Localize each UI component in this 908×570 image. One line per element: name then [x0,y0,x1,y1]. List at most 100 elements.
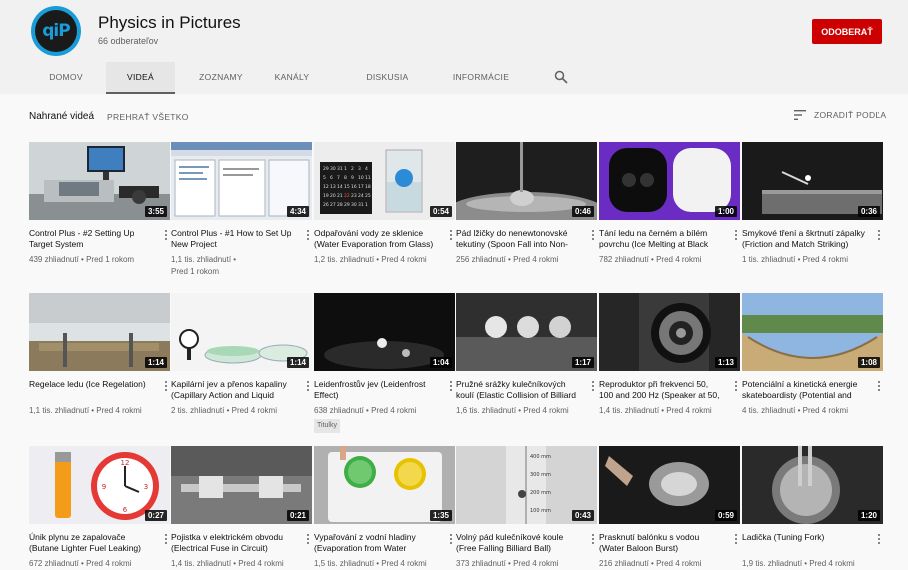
more-options-icon[interactable] [305,532,311,546]
video-card[interactable]: 1:20 Ladička (Tuning Fork) 1,9 tis. zhli… [742,446,883,568]
video-card[interactable]: 0:21 Pojistka v elektrickém obvodu (Elec… [171,446,312,568]
video-card[interactable]: 1:35 Vypařování z vodní hladiny (Evapora… [314,446,455,568]
video-title[interactable]: Pád lžičky do nenewtonovské tekutiny (Sp… [456,228,581,249]
video-thumbnail[interactable]: 0:46 [456,142,597,220]
video-duration: 1:08 [857,357,880,368]
video-card[interactable]: 0:46 Pád lžičky do nenewtonovské tekutin… [456,142,597,264]
tab-domov[interactable]: DOMOV [33,62,99,92]
video-card[interactable]: 0:59 Prasknutí balónku s vodou (Water Ba… [599,446,740,568]
video-title[interactable]: Prasknutí balónku s vodou (Water Baloon … [599,532,724,553]
tab-videa[interactable]: VIDEÁ [106,62,175,94]
video-card[interactable]: 1:00 Tání ledu na černém a bílém povrchu… [599,142,740,264]
video-card[interactable]: 1:08 Potenciální a kinetická energie ska… [742,293,883,415]
video-card[interactable]: 12 3 6 9 0:27 Únik plynu ze zapalovače (But… [29,446,170,568]
video-meta: 1,1 tis. zhliadnutí • Pred 4 rokmi [29,406,142,415]
upload-age: Pred 4 rokmi [666,406,712,415]
search-icon[interactable] [554,70,568,84]
video-thumbnail[interactable]: 1:13 [599,293,740,371]
video-card[interactable]: 0:36 Smykové tření a škrtnutí zápalky (F… [742,142,883,264]
video-title[interactable]: Volný pád kulečníkové koule (Free Fallin… [456,532,581,553]
video-title[interactable]: Control Plus - #2 Setting Up Target Syst… [29,228,154,249]
video-thumbnail[interactable]: 12 3 6 9 0:27 [29,446,170,524]
video-thumbnail[interactable]: 1:20 [742,446,883,524]
video-title[interactable]: Vypařování z vodní hladiny (Evaporation … [314,532,439,553]
play-all-button[interactable]: PREHRAŤ VŠETKO [107,112,189,122]
subscribe-button[interactable]: ODOBERAŤ [812,19,882,44]
video-card[interactable]: 1:14 Kapilární jev a přenos kapaliny (Ca… [171,293,312,415]
calendar-day: 11 [365,175,371,181]
video-card[interactable]: 1:14 Regelace ledu (Ice Regelation) 1,1 … [29,293,170,415]
video-title[interactable]: Reproduktor při frekvenci 50, 100 and 20… [599,379,724,400]
tab-informacie[interactable]: INFORMÁCIE [442,62,520,92]
more-options-icon[interactable] [448,379,454,393]
video-duration: 1:35 [429,510,452,521]
subtitles-badge: Titulky [314,419,340,433]
more-options-icon[interactable] [305,379,311,393]
more-options-icon[interactable] [448,228,454,242]
video-thumbnail[interactable]: 3:55 [29,142,170,220]
video-card[interactable]: 1:04 Leidenfrostův jev (Leidenfrost Effe… [314,293,455,433]
tab-kanaly[interactable]: KANÁLY [270,62,314,92]
video-thumbnail[interactable]: 0:21 [171,446,312,524]
video-title[interactable]: Leidenfrostův jev (Leidenfrost Effect) [314,379,439,400]
video-card[interactable]: 1:13 Reproduktor při frekvenci 50, 100 a… [599,293,740,415]
more-options-icon[interactable] [448,532,454,546]
more-options-icon[interactable] [876,379,882,393]
video-thumbnail[interactable]: 400 mm 300 mm 200 mm 100 mm 0:43 [456,446,597,524]
view-count: 1,4 tis. zhliadnutí [171,559,232,568]
video-title[interactable]: Ladička (Tuning Fork) [742,532,867,543]
video-title[interactable]: Pojistka v elektrickém obvodu (Electrica… [171,532,296,553]
video-thumbnail[interactable]: 0:59 [599,446,740,524]
video-card[interactable]: 3:55 Control Plus - #2 Setting Up Target… [29,142,170,264]
video-title[interactable]: Potenciální a kinetická energie skateboa… [742,379,867,400]
video-thumbnail[interactable]: 1:35 [314,446,455,524]
more-options-icon[interactable] [590,379,596,393]
video-thumbnail[interactable]: 1:17 [456,293,597,371]
video-card[interactable]: 1:17 Pružné srážky kulečníkových koulí (… [456,293,597,415]
video-thumbnail[interactable]: 1:08 [742,293,883,371]
video-thumbnail[interactable]: 0:36 [742,142,883,220]
clock-number: 6 [123,506,128,514]
video-card[interactable]: 400 mm 300 mm 200 mm 100 mm 0:43 Volný pád … [456,446,597,568]
video-title[interactable]: Únik plynu ze zapalovače (Butane Lighter… [29,532,154,553]
video-title[interactable]: Tání ledu na černém a bílém povrchu (Ice… [599,228,724,249]
upload-age: Pred 4 rokmi [809,559,855,568]
tab-zoznamy[interactable]: ZOZNAMY [186,62,256,92]
video-title[interactable]: Regelace ledu (Ice Regelation) [29,379,154,390]
channel-logo[interactable]: qiP [31,6,81,56]
more-options-icon[interactable] [163,228,169,242]
video-meta: 1,6 tis. zhliadnutí • Pred 4 rokmi [456,406,569,415]
tab-diskusia[interactable]: DISKUSIA [355,62,420,92]
more-options-icon[interactable] [733,379,739,393]
video-thumbnail[interactable]: 1:00 [599,142,740,220]
view-count: 4 tis. zhliadnutí [742,406,796,415]
video-card[interactable]: 4:34 Control Plus - #1 How to Set Up New… [171,142,312,276]
video-title[interactable]: Odpařování vody ze sklenice (Water Evapo… [314,228,439,249]
video-title[interactable]: Kapilární jev a přenos kapaliny (Capilla… [171,379,296,400]
more-options-icon[interactable] [305,228,311,242]
video-title[interactable]: Pružné srážky kulečníkových koulí (Elast… [456,379,581,400]
calendar-day: 9 [351,175,354,181]
video-thumbnail[interactable]: 29 30 31 1 2 3 4 5 6 7 8 9 10 11 12 13 14 15 16 17 18 19 20 21 2… [314,142,455,220]
more-options-icon[interactable] [590,228,596,242]
more-options-icon[interactable] [163,532,169,546]
video-thumbnail[interactable]: 1:04 [314,293,455,371]
more-options-icon[interactable] [876,228,882,242]
video-meta: 373 zhliadnutí • Pred 4 rokmi [456,559,559,568]
more-options-icon[interactable] [733,228,739,242]
video-title[interactable]: Smykové tření a škrtnutí zápalky (Fricti… [742,228,867,249]
upload-age: Pred 4 rokmi [86,559,132,568]
video-thumbnail[interactable]: 1:14 [29,293,170,371]
video-title[interactable]: Control Plus - #1 How to Set Up New Proj… [171,228,296,249]
calendar-day: 28 [337,202,343,208]
video-thumbnail[interactable]: 4:34 [171,142,312,220]
more-options-icon[interactable] [590,532,596,546]
sort-button[interactable]: ZORADIŤ PODĽA [794,110,886,120]
more-options-icon[interactable] [163,379,169,393]
video-card[interactable]: 29 30 31 1 2 3 4 5 6 7 8 9 10 11 12 13 14 15 16 17 18 19 20 21 2… [314,142,455,264]
calendar-day: 29 [344,202,350,208]
video-duration: 1:14 [286,357,309,368]
more-options-icon[interactable] [733,532,739,546]
more-options-icon[interactable] [876,532,882,546]
video-thumbnail[interactable]: 1:14 [171,293,312,371]
